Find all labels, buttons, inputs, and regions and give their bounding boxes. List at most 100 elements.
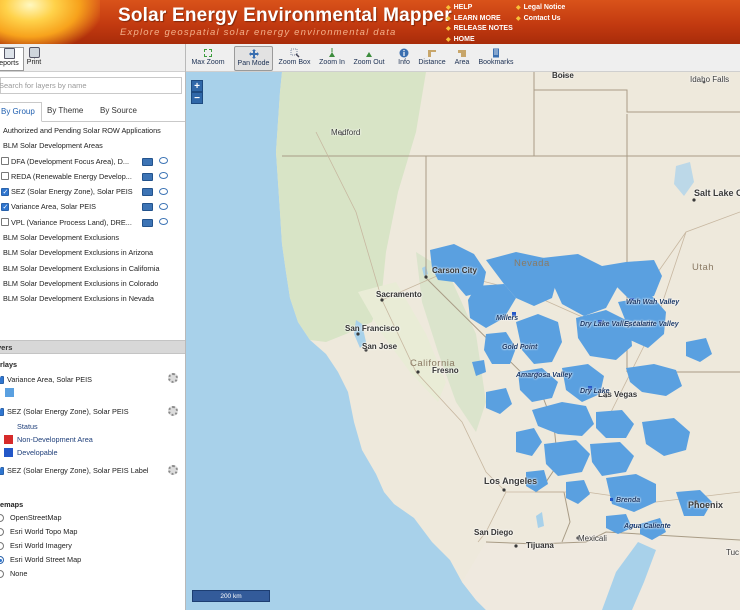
help-link[interactable]: ◆ HELP (446, 3, 513, 14)
map-label-utah: Utah (692, 262, 715, 273)
map-label-boise: Boise (552, 72, 574, 80)
map-label-san-diego: San Diego (474, 528, 514, 537)
info-button[interactable]: Info (396, 46, 412, 71)
layer-group-row[interactable]: Authorized and Pending Solar ROW Applica… (0, 123, 185, 138)
zoom-in-icon (329, 48, 335, 57)
max-zoom-button[interactable]: Max Zoom (191, 46, 225, 71)
map-label-fresno: Fresno (432, 366, 459, 375)
layer-group-row[interactable]: BLM Solar Development Exclusions in Ariz… (0, 245, 185, 260)
layer-checkbox[interactable] (1, 185, 9, 199)
comment-icon[interactable] (159, 172, 168, 180)
layer-group-row[interactable]: BLM Solar Development Exclusions in Cali… (0, 261, 185, 276)
layer-group-row[interactable]: BLM Solar Development Areas (0, 138, 185, 153)
zone-label-dry-lake-valley-north: Dry Lake Valley North (580, 321, 653, 328)
printer-icon (28, 47, 40, 58)
map-label-san-jose: San Jose (362, 342, 398, 351)
layer-checkbox[interactable] (1, 218, 9, 227)
basemap-radio[interactable] (0, 514, 4, 522)
overlay-checkbox[interactable] (0, 464, 4, 475)
basemap-option[interactable]: None (0, 569, 185, 582)
zoom-box-icon (290, 48, 300, 58)
ruler-icon (428, 50, 436, 57)
bookmark-icon (493, 48, 499, 58)
zoom-out-button[interactable]: Zoom Out (352, 46, 386, 71)
map-zoom-in-button[interactable]: + (191, 80, 203, 92)
tab-by-group[interactable]: By Group (0, 102, 42, 122)
learn-more-link[interactable]: ◆ LEARN MORE (446, 14, 513, 25)
layer-search-input[interactable] (0, 78, 177, 93)
layer-search-box (0, 77, 182, 94)
zone-label-escalante-valley: Escalante Valley (624, 321, 679, 328)
panel-toolbar: eports Print (0, 44, 185, 72)
developable-label: Developable (17, 448, 58, 457)
overlays-heading: erlays (0, 360, 18, 369)
basemap-radio[interactable] (0, 528, 4, 536)
reports-button[interactable]: eports (0, 47, 24, 71)
zoom-in-button[interactable]: Zoom In (318, 46, 346, 71)
metadata-book-icon[interactable] (142, 157, 153, 166)
home-link[interactable]: ◆ HOME (446, 35, 513, 45)
map-label-salt-lake-city: Salt Lake City (694, 188, 740, 198)
basemap-option[interactable]: OpenStreetMap (0, 513, 185, 526)
basemap-option[interactable]: Esri World Street Map (0, 555, 185, 568)
map-label-los-angeles: Los Angeles (484, 476, 538, 486)
map-label-phoenix: Phoenix (688, 500, 724, 510)
print-button[interactable]: Print (23, 47, 45, 71)
comment-icon[interactable] (159, 187, 168, 195)
zone-label-millers: Millers (496, 315, 519, 322)
area-button[interactable]: Area (452, 46, 472, 71)
metadata-book-icon[interactable] (142, 172, 153, 181)
gear-icon[interactable] (168, 373, 178, 383)
basemap-radio[interactable] (0, 542, 4, 550)
layer-panel: eports Print By Group By Theme By Source… (0, 44, 186, 610)
tab-by-theme[interactable]: By Theme (41, 102, 89, 122)
layer-row-sez: SEZ (Solar Energy Zone), Solar PEIS (0, 184, 185, 199)
basemap-radio[interactable] (0, 570, 4, 578)
map-label-tijuana: Tijuana (526, 541, 554, 550)
layer-checkbox[interactable] (1, 157, 9, 166)
pan-mode-button[interactable]: Pan Mode (234, 46, 273, 71)
non-development-swatch (4, 435, 13, 444)
area-icon (458, 50, 466, 57)
basemap-option[interactable]: Esri World Imagery (0, 541, 185, 554)
max-zoom-icon (204, 49, 212, 57)
basemap-option[interactable]: Esri World Topo Map (0, 527, 185, 540)
gear-icon[interactable] (168, 406, 178, 416)
overlay-checkbox[interactable] (0, 405, 4, 416)
overlay-checkbox[interactable] (0, 373, 4, 384)
distance-button[interactable]: Distance (417, 46, 447, 71)
contact-us-link[interactable]: ◆ Contact Us (516, 14, 565, 25)
comment-icon[interactable] (159, 218, 168, 226)
app-title: Solar Energy Environmental Mapper (118, 5, 452, 26)
map-scale-bar: 200 km (192, 590, 270, 602)
tab-by-source[interactable]: By Source (94, 102, 143, 122)
bookmarks-button[interactable]: Bookmarks (476, 46, 516, 71)
metadata-book-icon[interactable] (142, 218, 153, 227)
zoom-box-button[interactable]: Zoom Box (277, 46, 312, 71)
comment-icon[interactable] (159, 202, 168, 210)
map-canvas[interactable]: + − Boise Idaho Falls Medford Salt Lake … (186, 72, 740, 610)
zone-label-brenda: Brenda (616, 497, 641, 504)
layer-group-row[interactable]: BLM Solar Development Exclusions in Colo… (0, 276, 185, 291)
map-label-sacramento: Sacramento (376, 290, 422, 299)
map-zoom-out-button[interactable]: − (191, 92, 203, 104)
app-subtitle: Explore geospatial solar energy environm… (120, 27, 397, 38)
layer-group-row[interactable]: BLM Solar Development Exclusions (0, 230, 185, 245)
app-header: Solar Energy Environmental Mapper Explor… (0, 0, 740, 44)
layer-checkbox[interactable] (1, 172, 9, 181)
layer-checkbox[interactable] (1, 200, 9, 215)
map-label-san-francisco: San Francisco (345, 324, 400, 333)
zone-label-wah-wah-valley: Wah Wah Valley (626, 299, 680, 306)
legal-notice-link[interactable]: ◆ Legal Notice (516, 3, 565, 14)
layer-group-row[interactable]: BLM Solar Development Exclusions in Neva… (0, 291, 185, 306)
header-links-secondary: ◆ Legal Notice ◆ Contact Us (516, 3, 565, 24)
release-notes-link[interactable]: ◆ RELEASE NOTES (446, 24, 513, 35)
report-icon (3, 48, 15, 59)
metadata-book-icon[interactable] (142, 188, 153, 197)
zone-label-gold-point: Gold Point (502, 344, 538, 351)
gear-icon[interactable] (168, 465, 178, 475)
comment-icon[interactable] (159, 157, 168, 165)
metadata-book-icon[interactable] (142, 203, 153, 212)
layers-section-header[interactable]: yers (0, 340, 185, 354)
basemap-radio-selected[interactable] (0, 556, 4, 564)
